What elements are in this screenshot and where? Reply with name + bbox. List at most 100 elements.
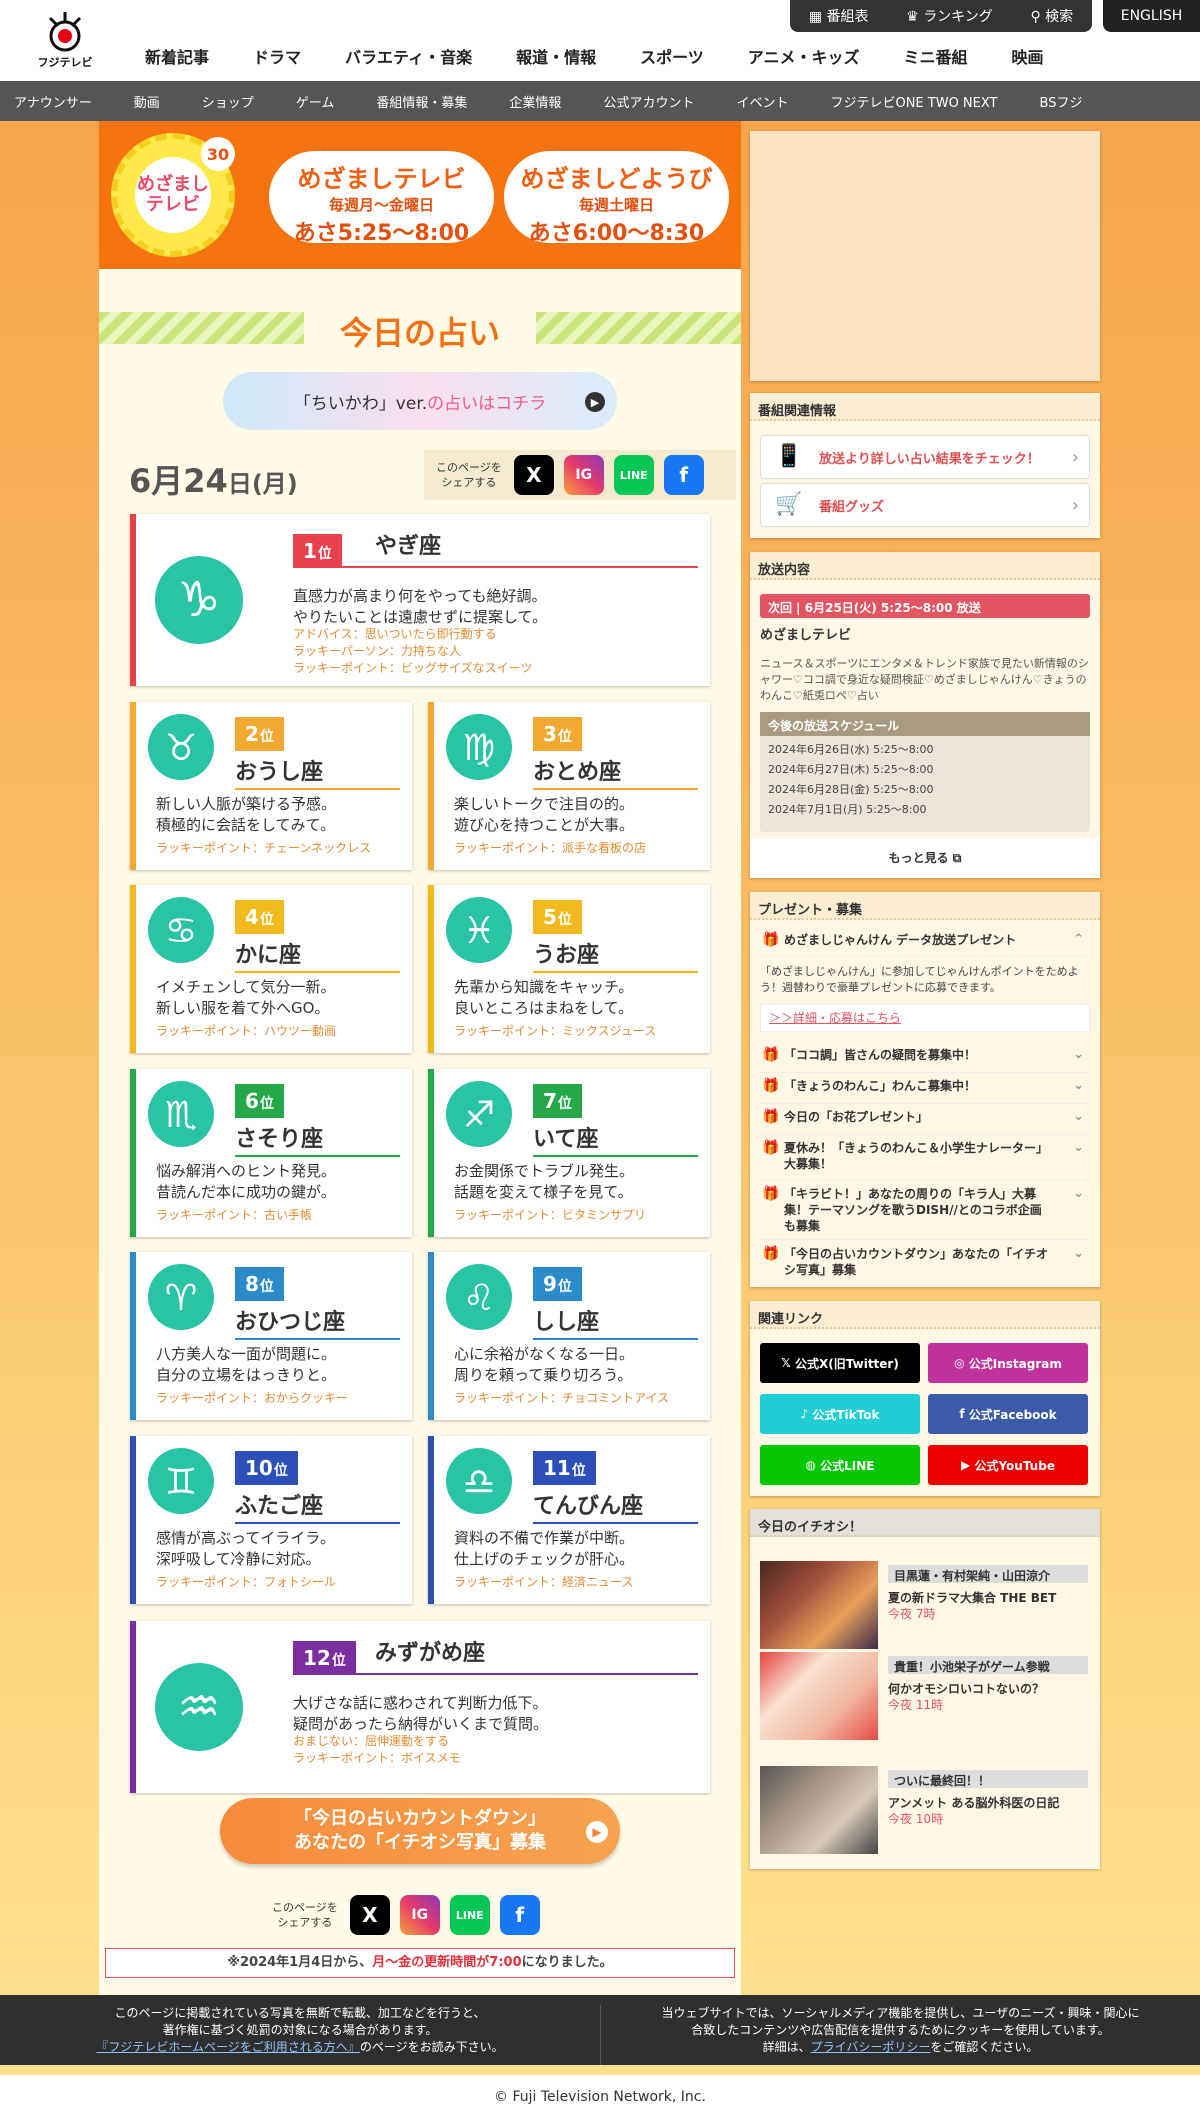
subnav-item[interactable]: アナウンサー bbox=[14, 92, 92, 111]
subnav-item[interactable]: フジテレビONE TWO NEXT bbox=[830, 92, 997, 111]
subnav-item[interactable]: ショップ bbox=[202, 92, 254, 111]
subnav-item[interactable]: ゲーム bbox=[296, 92, 335, 111]
present-accordion-item[interactable]: 🎁 「今日の占いカウントダウン」あなたの「イチオシ写真」募集 ⌄ bbox=[760, 1246, 1090, 1284]
zodiac-icon: ♊ bbox=[148, 1448, 214, 1514]
subnav-item[interactable]: BSフジ bbox=[1040, 92, 1083, 111]
rank-color-bar bbox=[428, 702, 434, 870]
fortune-card: ♉ 2 位おうし座 新しい人脈が築ける予感。 積極的に会話をしてみて。 ラッキーポイント：… bbox=[130, 702, 412, 870]
official-youtube-link[interactable]: ▶ 公式YouTube bbox=[928, 1445, 1088, 1485]
chiikawa-fortune-link[interactable]: 「ちいかわ」ver. の占いはコチラ ▶ bbox=[223, 372, 617, 430]
ichioshi-thumbnail bbox=[760, 1561, 878, 1649]
present-title: プレゼント・募集 bbox=[750, 892, 1100, 920]
more-button[interactable]: もっと見る ⧉ bbox=[750, 838, 1100, 878]
subnav-item[interactable]: 公式アカウント bbox=[603, 92, 694, 111]
english-link[interactable]: ENGLISH bbox=[1103, 0, 1200, 32]
present-accordion-item[interactable]: 🎁 夏休み！「きょうのわんこ＆小学生ナレーター」大募集！ ⌄ bbox=[760, 1140, 1090, 1180]
fortune-card: ♓ 5 位うお座 先輩から知識をキャッチ。 良いところはまねをして。 ラッキーポイント：ミ… bbox=[428, 885, 710, 1053]
subnav-item[interactable]: 動画 bbox=[134, 92, 160, 111]
fujitv-logo[interactable]: フジテレビ bbox=[30, 8, 100, 70]
nav-item[interactable]: バラエティ・音楽 bbox=[345, 44, 472, 68]
lucky-points: アドバイス：思いついたら即行動する ラッキーパーソン：力持ちな人 ラッキーポイント：… bbox=[293, 627, 533, 675]
rank-color-bar bbox=[130, 514, 136, 686]
smartphone-icon: 📱 bbox=[775, 444, 803, 469]
official-tiktok-link[interactable]: ♪ 公式TikTok bbox=[760, 1394, 920, 1434]
rank-color-bar bbox=[130, 1621, 136, 1793]
ichioshi-item[interactable]: 貴重！小池栄子がゲーム参戦 何かオモシロいコトないの？ 今夜 11時 bbox=[760, 1652, 1090, 1740]
name-underline bbox=[235, 788, 400, 790]
nav-item[interactable]: 報道・情報 bbox=[516, 44, 596, 68]
rank-badge: 8位 bbox=[235, 1267, 284, 1301]
gift-icon: 🎁 bbox=[762, 1109, 780, 1125]
facebook-icon: f bbox=[959, 1407, 969, 1421]
subnav-item[interactable]: 番組情報・募集 bbox=[376, 92, 467, 111]
present-accordion-item[interactable]: 🎁 今日の「お花プレゼント」 ⌄ bbox=[760, 1109, 1090, 1135]
official-facebook-link[interactable]: f 公式Facebook bbox=[928, 1394, 1088, 1434]
countdown-photo-button[interactable]: 「今日の占いカウントダウン」 あなたの「イチオシ写真」募集 ▶ bbox=[220, 1798, 620, 1864]
program-goods-link[interactable]: 🛒 番組グッズ › bbox=[760, 483, 1090, 527]
next-broadcast-badge: 次回 | 6月25日(火) 5:25〜8:00 放送 bbox=[760, 594, 1090, 618]
fortune-date: 6月24日(月) bbox=[129, 462, 298, 500]
chevron-down-icon: ⌄ bbox=[1073, 1186, 1084, 1201]
zodiac-icon: ♈ bbox=[148, 1264, 214, 1330]
chevron-right-icon: › bbox=[1071, 494, 1079, 516]
ranking-link[interactable]: ♛ ランキング bbox=[906, 6, 993, 26]
ichioshi-item[interactable]: 目黒蓮・有村架純・山田涼介 夏の新ドラマ大集合 THE BET 今夜 7時 bbox=[760, 1561, 1090, 1649]
rank-color-bar bbox=[130, 885, 136, 1053]
present-detail-link[interactable]: ＞＞詳細・応募はこちら bbox=[760, 1004, 1090, 1032]
nav-item[interactable]: 映画 bbox=[1011, 44, 1043, 68]
grid-icon: ▦ bbox=[808, 9, 827, 25]
nav-item[interactable]: アニメ・キッズ bbox=[748, 44, 860, 68]
official-instagram-link[interactable]: ◎ 公式Instagram bbox=[928, 1343, 1088, 1383]
detail-fortune-link[interactable]: 📱 放送より詳しい占い結果をチェック！ › bbox=[760, 435, 1090, 479]
subnav-item[interactable]: イベント bbox=[736, 92, 788, 111]
share-x-icon[interactable]: X bbox=[349, 1895, 390, 1935]
copyright: © Fuji Television Network, Inc. bbox=[0, 2075, 1200, 2119]
program-name: めざましテレビ bbox=[760, 628, 852, 643]
present-accordion-item[interactable]: 🎁 「ココ調」皆さんの疑問を募集中！ ⌄ bbox=[760, 1047, 1090, 1073]
present-accordion-item[interactable]: 🎁 「きょうのわんこ」わんこ募集中！ ⌄ bbox=[760, 1078, 1090, 1104]
zodiac-sign-name: さそり座 bbox=[235, 1127, 324, 1152]
official-x-link[interactable]: 𝕏 公式X(旧Twitter) bbox=[760, 1343, 920, 1383]
broadcast-title: 放送内容 bbox=[750, 552, 1100, 580]
program-banner[interactable]: めざましテレビ 30 めざましテレビ 毎週月〜金曜日 あさ5:25〜8:00 め… bbox=[99, 121, 741, 269]
title-bar: 今日の占い bbox=[99, 308, 741, 352]
nav-item[interactable]: ドラマ bbox=[253, 44, 301, 68]
privacy-policy-link[interactable]: プライバシーポリシー bbox=[811, 2040, 931, 2054]
search-icon: ⚲ bbox=[1030, 9, 1046, 25]
rank-badge: 5位 bbox=[533, 900, 582, 934]
share-line-icon[interactable]: LINE bbox=[449, 1895, 490, 1935]
search-link[interactable]: ⚲ 検索 bbox=[1030, 6, 1073, 26]
share-facebook-icon[interactable]: f bbox=[663, 455, 704, 495]
share-instagram-icon[interactable]: IG bbox=[399, 1895, 440, 1935]
share-x-icon[interactable]: X bbox=[513, 455, 554, 495]
share-line-icon[interactable]: LINE bbox=[613, 455, 654, 495]
rank-color-bar bbox=[130, 702, 136, 870]
rank-color-bar bbox=[428, 1252, 434, 1420]
nav-item[interactable]: スポーツ bbox=[640, 44, 704, 68]
present-accordion-open[interactable]: 🎁 めざましじゃんけん データ放送プレゼント ⌃ bbox=[760, 932, 1090, 956]
nav-item[interactable]: 新着記事 bbox=[145, 44, 209, 68]
fortune-card: ♌ 9 位しし座 心に余裕がなくなる一日。 周りを頼って乗り切ろう。 ラッキーポイント：チ… bbox=[428, 1252, 710, 1420]
name-underline bbox=[235, 1338, 400, 1340]
ichioshi-item[interactable]: ついに最終回！！ アンメット ある脳外科医の日記 今夜 10時 bbox=[760, 1766, 1090, 1854]
related-links-box: 関連リンク 𝕏 公式X(旧Twitter) ◎ 公式Instagram ♪ 公式… bbox=[750, 1301, 1100, 1496]
fortune-card: ♏ 6 位さそり座 悩み解消へのヒント発見。 昔読んだ本に成功の鍵が。 ラッキーポイント：… bbox=[130, 1069, 412, 1237]
present-accordion-item[interactable]: 🎁 「キラビト！」あなたの周りの「キラ人」大募集！テーマソングを歌うDISH//と… bbox=[760, 1186, 1090, 1240]
zodiac-sign-name: うお座 bbox=[533, 943, 600, 968]
nav-item[interactable]: ミニ番組 bbox=[903, 44, 967, 68]
lucky-points: ラッキーポイント：フォトシール bbox=[156, 1575, 337, 1589]
fortune-card: ♑ 1 位 やぎ座 直感力が高まり何をやっても絶好調。 やりたいことは遠慮せずに提案して。… bbox=[130, 514, 710, 686]
fortune-card: ♎ 11 位てんびん座 資料の不備で作業が中断。 仕上げのチェックが肝心。 ラッキーポイン… bbox=[428, 1436, 710, 1604]
lucky-points: ラッキーポイント：おからクッキー bbox=[156, 1391, 349, 1405]
zodiac-icon: ♍ bbox=[446, 714, 512, 780]
terms-link[interactable]: 『フジテレビホームページをご利用される方へ』 bbox=[96, 2040, 359, 2054]
official-line-link[interactable]: ◍ 公式LINE bbox=[760, 1445, 920, 1485]
tv-guide-link[interactable]: ▦ 番組表 bbox=[809, 6, 869, 26]
zodiac-sign-name: おうし座 bbox=[235, 760, 324, 785]
schedule-item: 2024年7月1日(月) 5:25〜8:00 bbox=[768, 803, 927, 816]
share-instagram-icon[interactable]: IG bbox=[563, 455, 604, 495]
main-nav: 新着記事 ドラマ バラエティ・音楽 報道・情報 スポーツ アニメ・キッズ ミニ番… bbox=[145, 44, 1088, 68]
subnav-item[interactable]: 企業情報 bbox=[509, 92, 561, 111]
title-stripe-right bbox=[536, 312, 741, 344]
share-facebook-icon[interactable]: f bbox=[499, 1895, 540, 1935]
